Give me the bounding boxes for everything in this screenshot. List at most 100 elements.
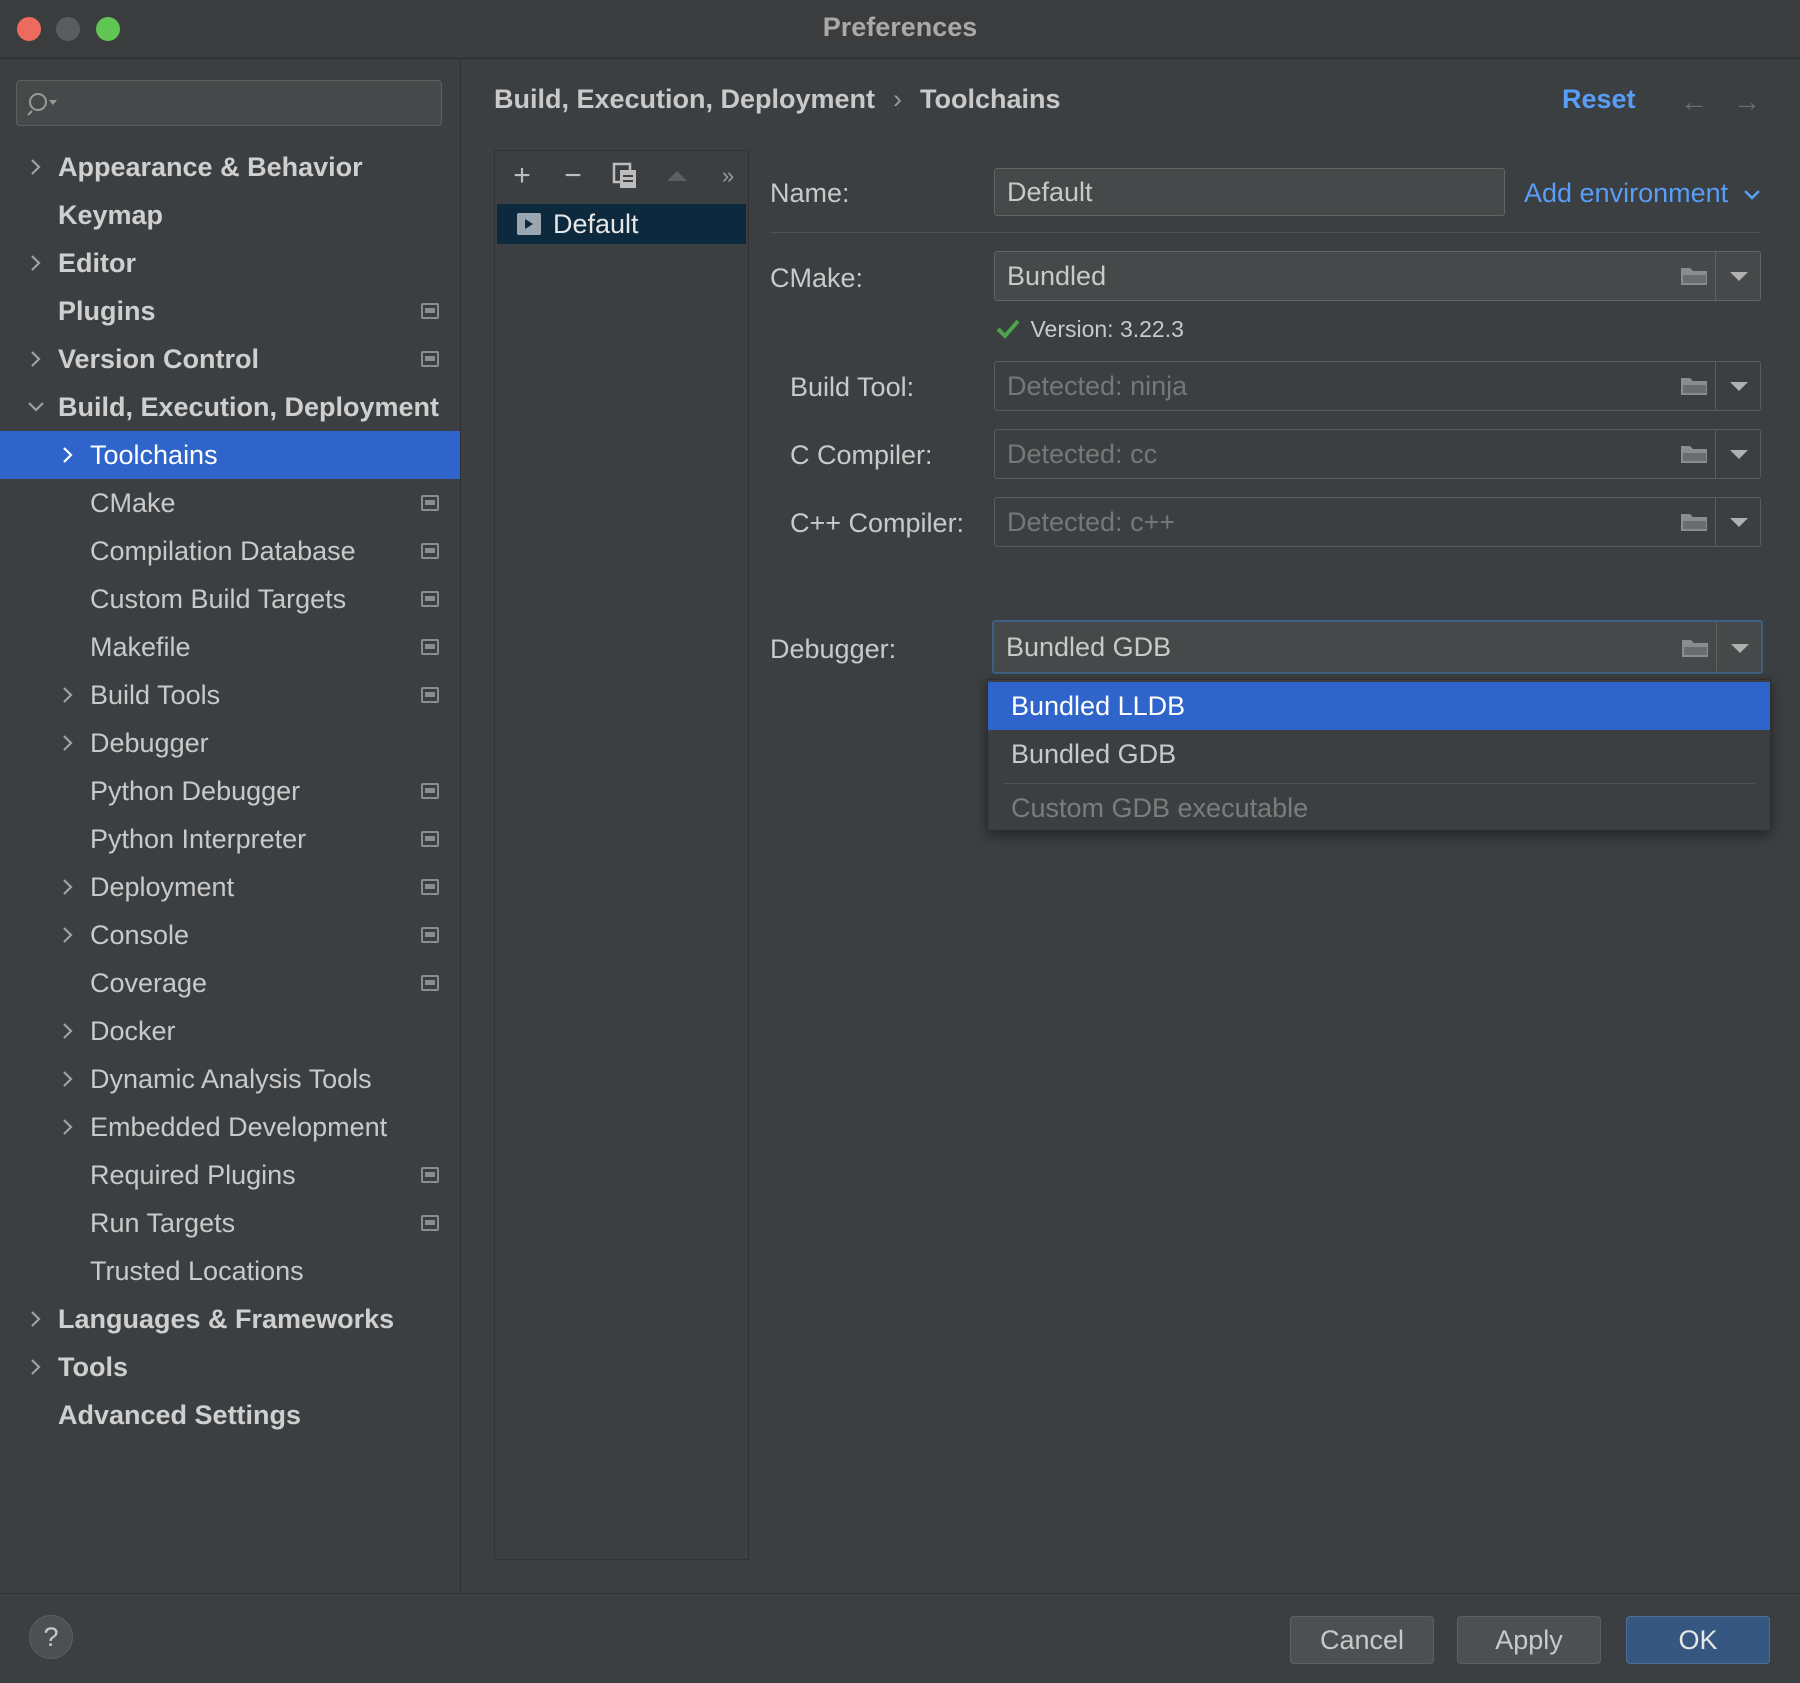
sidebar-item-label: Dynamic Analysis Tools <box>90 1064 372 1094</box>
option-bundled-gdb[interactable]: Bundled GDB <box>988 730 1770 778</box>
debugger-combo[interactable]: Bundled GDB <box>992 620 1763 674</box>
sidebar-item-label: Toolchains <box>90 440 218 470</box>
debugger-value: Bundled GDB <box>1006 632 1172 662</box>
add-icon[interactable]: + <box>507 159 537 192</box>
sidebar-item-dynamic-analysis-tools[interactable]: Dynamic Analysis Tools <box>0 1055 460 1103</box>
sidebar-item-run-targets[interactable]: Run Targets <box>0 1199 460 1247</box>
folder-icon[interactable] <box>1680 376 1708 396</box>
project-scope-icon <box>421 975 439 991</box>
chevron-right-icon[interactable] <box>58 863 78 911</box>
cpp-compiler-label: C++ Compiler: <box>790 508 965 538</box>
copy-icon[interactable] <box>610 161 640 191</box>
sidebar-item-debugger[interactable]: Debugger <box>0 719 460 767</box>
sidebar-item-toolchains[interactable]: Toolchains <box>0 431 460 479</box>
breadcrumb-current: Toolchains <box>920 84 1061 114</box>
cmake-label: CMake: <box>770 263 864 293</box>
move-up-icon <box>662 161 692 191</box>
cpp-compiler-value: Detected: c++ <box>1007 507 1176 537</box>
project-scope-icon <box>421 591 439 607</box>
add-environment-label: Add environment <box>1524 178 1729 208</box>
sidebar-item-docker[interactable]: Docker <box>0 1007 460 1055</box>
forward-arrow-icon[interactable]: → <box>1733 86 1761 118</box>
chevron-right-icon[interactable] <box>58 911 78 959</box>
breadcrumb-parent[interactable]: Build, Execution, Deployment <box>494 84 875 114</box>
sidebar-item-languages-frameworks[interactable]: Languages & Frameworks <box>0 1295 460 1343</box>
more-actions-icon[interactable]: » <box>713 161 743 191</box>
build-tool-combo[interactable]: Detected: ninja <box>994 361 1761 411</box>
sidebar-item-tools[interactable]: Tools <box>0 1343 460 1391</box>
chevron-right-icon[interactable] <box>58 431 78 479</box>
reset-link[interactable]: Reset <box>1562 84 1636 115</box>
dropdown-arrow-icon[interactable] <box>1730 450 1748 459</box>
chevron-right-icon[interactable] <box>26 1343 46 1391</box>
chevron-right-icon[interactable] <box>58 1007 78 1055</box>
sidebar-item-label: Deployment <box>90 872 235 902</box>
checkmark-icon <box>996 319 1020 339</box>
sidebar-item-keymap[interactable]: Keymap <box>0 191 460 239</box>
sidebar-item-label: Python Interpreter <box>90 824 307 854</box>
sidebar-item-build-tools[interactable]: Build Tools <box>0 671 460 719</box>
sidebar-item-makefile[interactable]: Makefile <box>0 623 460 671</box>
apply-button[interactable]: Apply <box>1457 1616 1601 1664</box>
sidebar-item-label: Trusted Locations <box>90 1256 304 1286</box>
chevron-right-icon[interactable] <box>58 719 78 767</box>
sidebar-item-coverage[interactable]: Coverage <box>0 959 460 1007</box>
ok-button[interactable]: OK <box>1626 1616 1770 1664</box>
sidebar-item-console[interactable]: Console <box>0 911 460 959</box>
cpp-compiler-combo[interactable]: Detected: c++ <box>994 497 1761 547</box>
sidebar-item-editor[interactable]: Editor <box>0 239 460 287</box>
option-custom-gdb-executable[interactable]: Custom GDB executable <box>988 784 1770 832</box>
dropdown-arrow-icon[interactable] <box>1731 644 1749 653</box>
title-bar: Preferences <box>0 0 1800 59</box>
dropdown-arrow-icon[interactable] <box>1730 518 1748 527</box>
sidebar-item-python-debugger[interactable]: Python Debugger <box>0 767 460 815</box>
dropdown-arrow-icon[interactable] <box>1730 272 1748 281</box>
c-compiler-combo[interactable]: Detected: cc <box>994 429 1761 479</box>
chevron-down-icon[interactable] <box>26 383 46 431</box>
toolchain-item-default[interactable]: Default <box>497 204 746 244</box>
search-input[interactable] <box>16 80 442 126</box>
chevron-right-icon[interactable] <box>26 239 46 287</box>
sidebar-item-cmake[interactable]: CMake <box>0 479 460 527</box>
chevron-right-icon[interactable] <box>26 335 46 383</box>
name-field[interactable]: Default <box>994 168 1505 216</box>
back-arrow-icon[interactable]: ← <box>1680 86 1708 118</box>
sidebar-item-label: Build, Execution, Deployment <box>58 392 440 422</box>
option-bundled-lldb[interactable]: Bundled LLDB <box>988 682 1770 730</box>
folder-icon[interactable] <box>1681 638 1709 658</box>
sidebar-item-trusted-locations[interactable]: Trusted Locations <box>0 1247 460 1295</box>
sidebar-item-compilation-database[interactable]: Compilation Database <box>0 527 460 575</box>
sidebar-item-version-control[interactable]: Version Control <box>0 335 460 383</box>
folder-icon[interactable] <box>1680 266 1708 286</box>
sidebar-item-appearance-behavior[interactable]: Appearance & Behavior <box>0 143 460 191</box>
sidebar-item-build-execution-deployment[interactable]: Build, Execution, Deployment <box>0 383 460 431</box>
cancel-button[interactable]: Cancel <box>1290 1616 1434 1664</box>
remove-icon[interactable]: − <box>558 159 588 192</box>
project-scope-icon <box>421 351 439 367</box>
chevron-right-icon[interactable] <box>58 1055 78 1103</box>
terminal-icon <box>517 213 541 235</box>
sidebar-item-plugins[interactable]: Plugins <box>0 287 460 335</box>
dropdown-arrow-icon[interactable] <box>1730 382 1748 391</box>
sidebar-item-deployment[interactable]: Deployment <box>0 863 460 911</box>
sidebar-item-advanced-settings[interactable]: Advanced Settings <box>0 1391 460 1439</box>
add-environment-dropdown[interactable]: Add environment <box>1524 178 1762 209</box>
chevron-right-icon[interactable] <box>58 671 78 719</box>
debugger-label: Debugger: <box>770 634 897 664</box>
help-button[interactable]: ? <box>29 1615 73 1659</box>
folder-icon[interactable] <box>1680 512 1708 532</box>
chevron-right-icon[interactable] <box>26 143 46 191</box>
chevron-right-icon[interactable] <box>58 1103 78 1151</box>
chevron-right-icon[interactable] <box>26 1295 46 1343</box>
project-scope-icon <box>421 543 439 559</box>
sidebar-item-custom-build-targets[interactable]: Custom Build Targets <box>0 575 460 623</box>
sidebar-item-label: Python Debugger <box>90 776 301 806</box>
sidebar-item-python-interpreter[interactable]: Python Interpreter <box>0 815 460 863</box>
cmake-combo[interactable]: Bundled <box>994 251 1761 301</box>
sidebar-item-embedded-development[interactable]: Embedded Development <box>0 1103 460 1151</box>
combo-divider <box>1716 622 1717 672</box>
sidebar-item-required-plugins[interactable]: Required Plugins <box>0 1151 460 1199</box>
sidebar-item-label: Keymap <box>58 200 164 230</box>
folder-icon[interactable] <box>1680 444 1708 464</box>
settings-sidebar: Appearance & Behavior Keymap Editor Plugins… <box>0 59 461 1593</box>
